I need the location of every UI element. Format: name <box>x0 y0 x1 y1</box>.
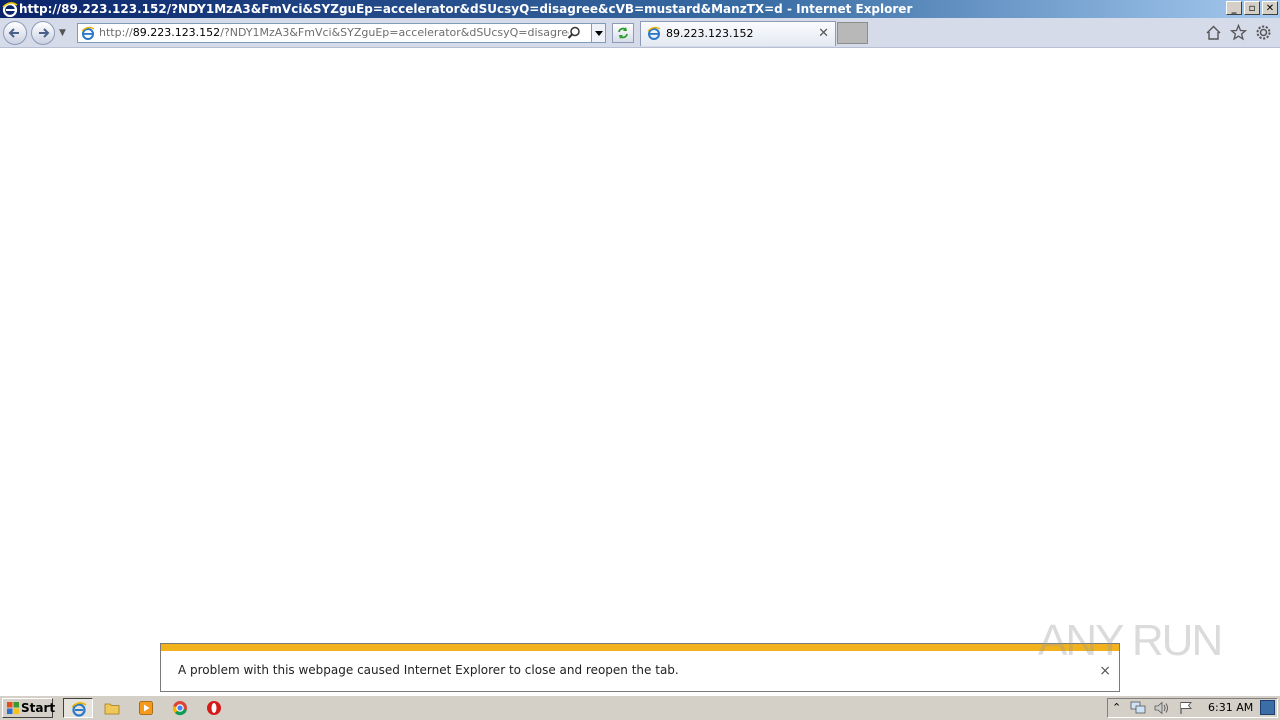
start-button[interactable]: Start <box>2 698 56 718</box>
forward-arrow-icon <box>39 28 50 38</box>
action-center-flag-icon[interactable] <box>1178 701 1194 715</box>
volume-icon[interactable] <box>1154 701 1170 715</box>
ie-page-icon <box>81 26 95 40</box>
refresh-icon <box>618 27 628 39</box>
media-player-icon <box>139 701 153 715</box>
close-window-button[interactable]: ✕ <box>1262 1 1278 15</box>
taskbar: Start ⌃ 6:31 AM <box>0 695 1280 720</box>
taskbar-explorer-button[interactable] <box>97 698 127 718</box>
url-host: 89.223.123.152 <box>132 26 221 39</box>
restore-button[interactable]: ▫ <box>1244 1 1260 15</box>
show-hidden-icons-chevron-icon[interactable]: ⌃ <box>1112 701 1121 714</box>
folder-icon <box>104 703 120 715</box>
search-icon[interactable] <box>567 26 581 40</box>
taskbar-chrome-button[interactable] <box>165 698 195 718</box>
url-rest: /?NDY1MzA3&FmVci&SYZguEp=accelerator&dSU… <box>220 26 569 39</box>
star-icon[interactable] <box>1229 23 1248 41</box>
navigation-bar: ▼ http://89.223.123.152/?NDY1MzA3&FmVci&… <box>0 18 1280 48</box>
start-label: Start <box>21 701 56 715</box>
notification-bar: A problem with this webpage caused Inter… <box>160 643 1120 692</box>
window-controls: _ ▫ ✕ <box>1226 1 1278 15</box>
notification-stripe <box>161 644 1119 651</box>
address-bar[interactable]: http://89.223.123.152/?NDY1MzA3&FmVci&SY… <box>77 23 606 43</box>
notification-close-icon[interactable]: × <box>1099 664 1111 678</box>
toolbar-icons <box>1205 23 1272 41</box>
window-title: http://89.223.123.152/?NDY1MzA3&FmVci&SY… <box>19 2 913 16</box>
back-arrow-icon <box>8 28 19 38</box>
browser-tab[interactable]: 89.223.123.152 ✕ <box>640 21 836 46</box>
taskbar-opera-button[interactable] <box>199 698 229 718</box>
tab-label: 89.223.123.152 <box>666 27 754 40</box>
chrome-icon <box>172 701 187 716</box>
window-titlebar: http://89.223.123.152/?NDY1MzA3&FmVci&SY… <box>0 0 1280 18</box>
url-scheme: http:// <box>99 26 133 39</box>
opera-icon <box>207 701 221 715</box>
ie-tab-icon <box>647 26 661 40</box>
refresh-button[interactable] <box>612 23 634 43</box>
anyrun-watermark: ANY RUN <box>1038 606 1238 666</box>
taskbar-media-player-button[interactable] <box>131 698 161 718</box>
taskbar-ie-button[interactable] <box>63 698 93 718</box>
show-desktop-button[interactable] <box>1260 700 1275 715</box>
home-icon[interactable] <box>1205 24 1222 41</box>
tab-close-icon[interactable]: ✕ <box>818 26 829 42</box>
forward-button[interactable] <box>31 21 55 45</box>
page-content <box>0 48 1280 695</box>
notification-message: A problem with this webpage caused Inter… <box>178 663 679 677</box>
recent-pages-chevron-icon[interactable]: ▼ <box>59 28 66 38</box>
minimize-button[interactable]: _ <box>1226 1 1242 15</box>
back-button[interactable] <box>3 21 27 45</box>
address-dropdown-button[interactable] <box>591 24 605 42</box>
taskbar-clock[interactable]: 6:31 AM <box>1208 699 1253 717</box>
ie-icon <box>71 702 87 717</box>
watermark-text: ANY RUN <box>1038 616 1223 665</box>
windows-flag-icon <box>7 702 19 714</box>
new-tab-button[interactable] <box>837 22 868 44</box>
network-icon[interactable] <box>1130 701 1146 715</box>
gear-icon[interactable] <box>1255 24 1272 41</box>
system-tray: ⌃ 6:31 AM <box>1107 698 1278 718</box>
address-url[interactable]: http://89.223.123.152/?NDY1MzA3&FmVci&SY… <box>99 24 569 42</box>
ie-logo-icon <box>2 2 18 17</box>
